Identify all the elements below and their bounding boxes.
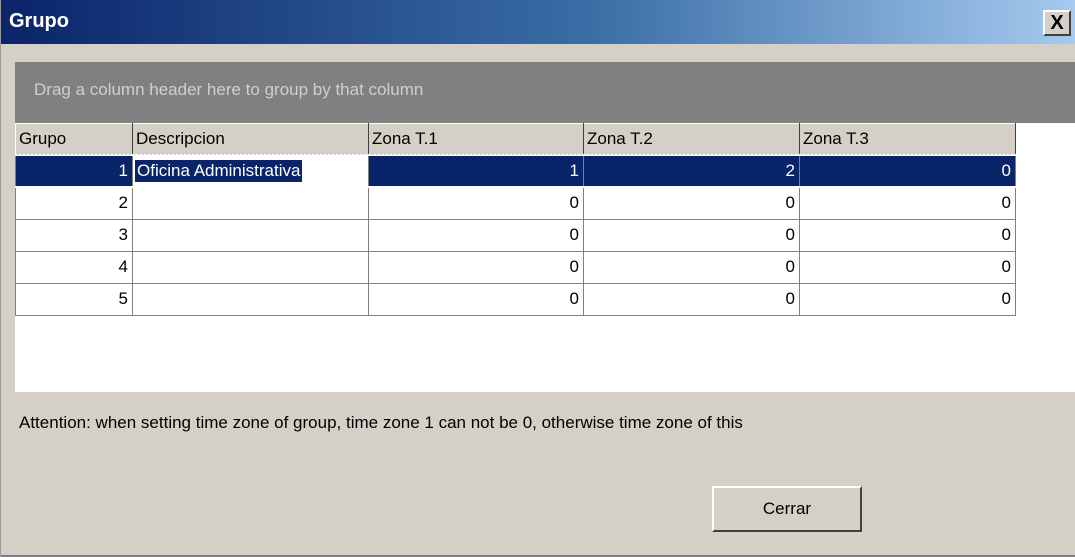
cell-zona-t1[interactable]: 0 <box>368 186 584 220</box>
cell-descripcion[interactable] <box>132 282 369 316</box>
column-header-descripcion[interactable]: Descripcion <box>132 123 369 156</box>
cell-zona-t3[interactable]: 0 <box>799 218 1016 252</box>
group-grid[interactable]: Drag a column header here to group by th… <box>15 62 1075 392</box>
cell-zona-t3[interactable]: 0 <box>799 282 1016 316</box>
column-header-zona-t3[interactable]: Zona T.3 <box>799 123 1016 156</box>
group-window: Grupo X Drag a column header here to gro… <box>0 0 1075 557</box>
cell-zona-t1[interactable]: 1 <box>368 154 584 188</box>
cell-zona-t2[interactable]: 0 <box>583 186 800 220</box>
cell-zona-t1[interactable]: 0 <box>368 282 584 316</box>
window-title: Grupo <box>9 10 69 32</box>
group-by-hint: Drag a column header here to group by th… <box>34 80 424 99</box>
table-row[interactable]: 2 0 0 0 <box>15 186 1016 220</box>
cell-grupo[interactable]: 4 <box>15 250 133 284</box>
cell-grupo[interactable]: 2 <box>15 186 133 220</box>
cell-descripcion[interactable] <box>132 186 369 220</box>
descripcion-editor[interactable]: Oficina Administrativa <box>135 160 303 182</box>
table-row[interactable]: 1 Oficina Administrativa 1 2 0 <box>15 154 1016 188</box>
table-row[interactable]: 5 0 0 0 <box>15 282 1016 316</box>
header-row: Grupo Descripcion Zona T.1 Zona T.2 Zona… <box>15 123 1016 156</box>
table-row[interactable]: 4 0 0 0 <box>15 250 1016 284</box>
cell-zona-t2[interactable]: 0 <box>583 250 800 284</box>
cell-descripcion[interactable] <box>132 218 369 252</box>
cell-descripcion[interactable] <box>132 250 369 284</box>
column-header-zona-t2[interactable]: Zona T.2 <box>583 123 800 156</box>
close-button[interactable]: Cerrar <box>712 486 862 532</box>
title-bar[interactable]: Grupo X <box>1 0 1075 44</box>
close-icon: X <box>1050 12 1064 34</box>
cell-zona-t3[interactable]: 0 <box>799 154 1016 188</box>
cell-zona-t1[interactable]: 0 <box>368 250 584 284</box>
cell-zona-t2[interactable]: 2 <box>583 154 800 188</box>
column-header-grupo[interactable]: Grupo <box>15 123 133 156</box>
close-window-button[interactable]: X <box>1043 10 1071 36</box>
group-by-panel[interactable]: Drag a column header here to group by th… <box>15 62 1075 123</box>
column-header-zona-t1[interactable]: Zona T.1 <box>368 123 584 156</box>
cell-zona-t2[interactable]: 0 <box>583 282 800 316</box>
cell-zona-t2[interactable]: 0 <box>583 218 800 252</box>
cell-grupo[interactable]: 3 <box>15 218 133 252</box>
cell-descripcion[interactable]: Oficina Administrativa <box>132 154 369 188</box>
groups-table: Grupo Descripcion Zona T.1 Zona T.2 Zona… <box>15 123 1016 316</box>
attention-notice: Attention: when setting time zone of gro… <box>19 413 743 432</box>
table-row[interactable]: 3 0 0 0 <box>15 218 1016 252</box>
cell-grupo[interactable]: 5 <box>15 282 133 316</box>
cell-zona-t3[interactable]: 0 <box>799 250 1016 284</box>
cell-grupo[interactable]: 1 <box>15 154 133 188</box>
cell-zona-t1[interactable]: 0 <box>368 218 584 252</box>
cell-zona-t3[interactable]: 0 <box>799 186 1016 220</box>
